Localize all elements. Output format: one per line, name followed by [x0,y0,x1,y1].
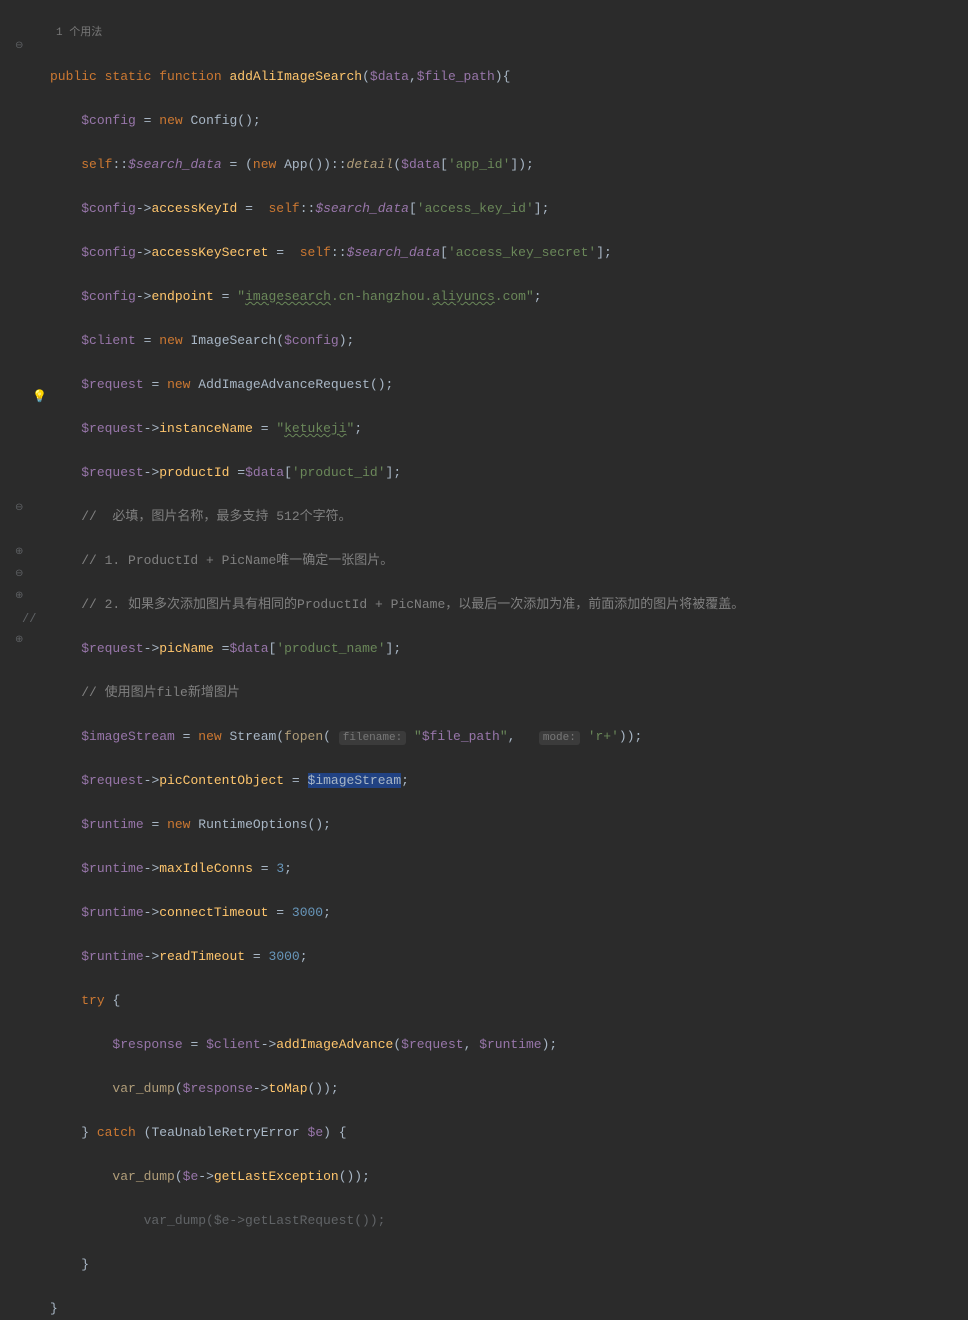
code-line[interactable]: } catch (TeaUnableRetryError $e) { [50,1122,968,1144]
code-line[interactable]: var_dump($e->getLastException()); [50,1166,968,1188]
code-line[interactable]: $client = new ImageSearch($config); [50,330,968,352]
code-line[interactable]: public static function addAliImageSearch… [50,66,968,88]
fold-icon[interactable]: ⊕ [15,542,25,552]
code-editor[interactable]: ⊖ 💡 ⊖ ⊕ ⊖ ⊕ // ⊕ 1 个用法 public static fun… [0,0,968,660]
selection[interactable]: $imageStream [308,773,402,788]
code-line[interactable]: $runtime->connectTimeout = 3000; [50,902,968,924]
code-line[interactable]: $runtime->maxIdleConns = 3; [50,858,968,880]
code-line[interactable]: try { [50,990,968,1012]
code-line[interactable]: $runtime->readTimeout = 3000; [50,946,968,968]
code-line[interactable]: $config = new Config(); [50,110,968,132]
code-line[interactable]: // 2. 如果多次添加图片具有相同的ProductId + PicName，以… [50,594,968,616]
code-line[interactable]: $config->accessKeySecret = self::$search… [50,242,968,264]
code-line[interactable]: $runtime = new RuntimeOptions(); [50,814,968,836]
code-line[interactable]: } [50,1254,968,1276]
code-line[interactable]: // 必填，图片名称，最多支持 512个字符。 [50,506,968,528]
lightbulb-icon[interactable]: 💡 [32,386,46,400]
code-line[interactable]: } [50,1298,968,1320]
param-hint: filename: [339,731,406,745]
code-line[interactable]: var_dump($response->toMap()); [50,1078,968,1100]
code-line[interactable]: $request->picName =$data['product_name']… [50,638,968,660]
fold-icon[interactable]: ⊖ [15,498,25,508]
fold-icon[interactable]: ⊕ [15,630,25,640]
fold-icon[interactable]: ⊖ [15,564,25,574]
fold-icon[interactable]: ⊖ [15,36,25,46]
code-line[interactable]: $request->instanceName = "ketukeji"; [50,418,968,440]
code-line[interactable]: var_dump($e->getLastRequest()); [50,1210,968,1232]
code-line[interactable]: self::$search_data = (new App())::detail… [50,154,968,176]
gutter: ⊖ 💡 ⊖ ⊕ ⊖ ⊕ // ⊕ [0,0,50,660]
code-line[interactable]: $config->accessKeyId = self::$search_dat… [50,198,968,220]
code-line[interactable]: $request->productId =$data['product_id']… [50,462,968,484]
line-comment-marker: // [22,608,36,630]
param-hint: mode: [539,731,580,745]
code-line[interactable]: $imageStream = new Stream(fopen( filenam… [50,726,968,748]
code-line[interactable]: // 使用图片file新增图片 [50,682,968,704]
fold-icon[interactable]: ⊕ [15,586,25,596]
code-line[interactable]: $response = $client->addImageAdvance($re… [50,1034,968,1056]
code-line[interactable]: $config->endpoint = "imagesearch.cn-hang… [50,286,968,308]
code-line[interactable]: $request->picContentObject = $imageStrea… [50,770,968,792]
code-area[interactable]: 1 个用法 public static function addAliImage… [50,0,968,660]
code-line[interactable]: $request = new AddImageAdvanceRequest(); [50,374,968,396]
usage-hint[interactable]: 1 个用法 [50,22,968,44]
code-line[interactable]: // 1. ProductId + PicName唯一确定一张图片。 [50,550,968,572]
